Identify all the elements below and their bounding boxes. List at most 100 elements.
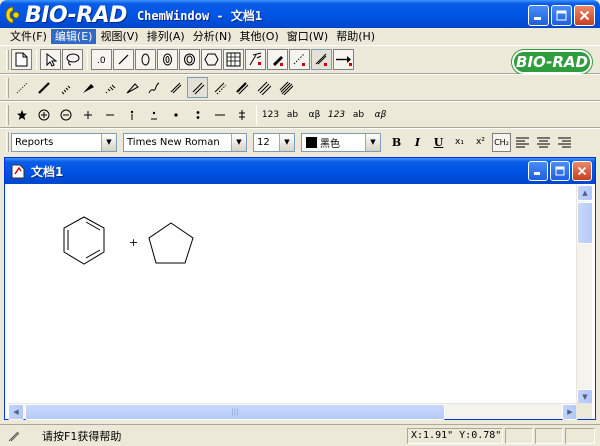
scroll-up-icon[interactable]: ▲ xyxy=(577,185,593,201)
toolbar-grip xyxy=(6,77,9,98)
menu-arrange[interactable]: 排列(A) xyxy=(143,29,189,44)
font-size-select[interactable]: 12 ▼ xyxy=(253,132,295,152)
scroll-left-icon[interactable]: ◀ xyxy=(8,404,24,420)
letter-prime-label-button[interactable]: ab xyxy=(348,104,369,125)
reaction-plus: + xyxy=(129,236,138,249)
format-toolbar: Reports ▼ Times New Roman ▼ 12 ▼ 黑色 ▼ B … xyxy=(0,128,600,155)
underline-button[interactable]: U xyxy=(429,133,448,152)
cyclopentane-structure[interactable] xyxy=(148,222,194,264)
template-grid-icon[interactable] xyxy=(223,49,244,70)
double-dagger-icon[interactable] xyxy=(231,104,252,125)
dashed-bond-icon[interactable] xyxy=(289,49,310,70)
bond-hashed-icon[interactable] xyxy=(55,77,76,98)
vertical-scrollbar[interactable]: ▲ ▼ xyxy=(576,185,593,405)
italic-button[interactable]: I xyxy=(408,133,427,152)
benzene-structure[interactable] xyxy=(63,216,105,265)
lasso-icon[interactable] xyxy=(62,49,83,70)
bond-bold-icon[interactable] xyxy=(33,77,54,98)
atom-text-icon[interactable]: .0 xyxy=(91,49,112,70)
align-center-icon[interactable] xyxy=(534,133,553,152)
dot-bar-icon[interactable] xyxy=(121,104,142,125)
bond-double-center-icon[interactable] xyxy=(187,77,208,98)
menu-help[interactable]: 帮助(H) xyxy=(332,29,379,44)
number-italic-label-button[interactable]: 123 xyxy=(326,104,347,125)
radical-star-icon[interactable] xyxy=(11,104,32,125)
horizontal-scrollbar[interactable]: ◀ ||| ▶ xyxy=(8,403,578,420)
toolbar-drawing: .0 xyxy=(0,45,600,74)
bar-icon[interactable] xyxy=(209,104,230,125)
ring-small-icon[interactable] xyxy=(135,49,156,70)
number-label-button[interactable]: 123 xyxy=(260,104,281,125)
bond-thin-icon[interactable] xyxy=(11,77,32,98)
pen-tool-icon[interactable] xyxy=(311,49,332,70)
charge-plus-circle-icon[interactable] xyxy=(33,104,54,125)
eraser-icon[interactable] xyxy=(267,49,288,70)
greek-prime-label-button[interactable]: αβ xyxy=(370,104,391,125)
color-select[interactable]: 黑色 ▼ xyxy=(301,132,381,152)
bond-quadruple-icon[interactable] xyxy=(275,77,296,98)
maximize-button[interactable] xyxy=(551,5,572,26)
drawing-canvas[interactable]: + xyxy=(8,185,578,405)
charge-minus-circle-icon[interactable] xyxy=(55,104,76,125)
chevron-down-icon[interactable]: ▼ xyxy=(231,133,246,151)
bond-double-bold-icon[interactable] xyxy=(231,77,252,98)
superscript-button[interactable]: x² xyxy=(471,133,490,152)
letter-label-button[interactable]: ab xyxy=(282,104,303,125)
style-select[interactable]: Reports ▼ xyxy=(11,132,117,152)
dot-line-icon[interactable] xyxy=(143,104,164,125)
bond-wedge-icon[interactable] xyxy=(77,77,98,98)
single-bond-icon[interactable] xyxy=(113,49,134,70)
bold-button[interactable]: B xyxy=(387,133,406,152)
font-select[interactable]: Times New Roman ▼ xyxy=(123,132,247,152)
menu-view[interactable]: 视图(V) xyxy=(96,29,142,44)
select-arrow-icon[interactable] xyxy=(40,49,61,70)
document-size-grip[interactable] xyxy=(576,403,592,419)
style-select-value: Reports xyxy=(15,136,54,148)
arrow-tool-icon[interactable] xyxy=(333,49,354,70)
menu-other[interactable]: 其他(O) xyxy=(236,29,283,44)
menu-analyze[interactable]: 分析(N) xyxy=(189,29,236,44)
menu-window[interactable]: 窗口(W) xyxy=(283,29,332,44)
close-button[interactable] xyxy=(574,5,595,26)
hexagon-tool-icon[interactable] xyxy=(201,49,222,70)
ring-medium-icon[interactable] xyxy=(157,49,178,70)
formula-button[interactable]: CH₂ xyxy=(492,132,511,152)
toolbar-grip xyxy=(6,104,9,125)
chevron-down-icon[interactable]: ▼ xyxy=(279,133,294,151)
bond-wavy-icon[interactable] xyxy=(143,77,164,98)
bond-hashed-wedge-icon[interactable] xyxy=(99,77,120,98)
chevron-down-icon[interactable]: ▼ xyxy=(365,133,380,151)
subscript-button[interactable]: x₁ xyxy=(450,133,469,152)
reaction-drawing: + xyxy=(63,216,194,265)
app-logo-icon[interactable] xyxy=(5,6,21,24)
align-right-icon[interactable] xyxy=(555,133,574,152)
align-left-icon[interactable] xyxy=(513,133,532,152)
flask-tool-icon[interactable] xyxy=(245,49,266,70)
minimize-button[interactable] xyxy=(528,5,549,26)
charge-minus-icon[interactable] xyxy=(99,104,120,125)
toolbar-bonds xyxy=(0,74,600,101)
bond-hollow-wedge-icon[interactable] xyxy=(121,77,142,98)
bond-double-dashed-icon[interactable] xyxy=(209,77,230,98)
menu-file[interactable]: 文件(F) xyxy=(6,29,51,44)
bond-double-icon[interactable] xyxy=(165,77,186,98)
charge-plus-icon[interactable] xyxy=(77,104,98,125)
greek-label-button[interactable]: αβ xyxy=(304,104,325,125)
document-maximize-button[interactable] xyxy=(550,161,570,181)
horizontal-scroll-thumb[interactable]: ||| xyxy=(25,404,445,420)
lone-electron-icon[interactable] xyxy=(165,104,186,125)
bond-triple-icon[interactable] xyxy=(253,77,274,98)
document-minimize-button[interactable] xyxy=(528,161,548,181)
lone-pair-icon[interactable] xyxy=(187,104,208,125)
vertical-scroll-thumb[interactable] xyxy=(577,202,593,244)
status-message: 请按F1获得帮助 xyxy=(42,429,122,443)
status-cell xyxy=(505,428,533,444)
menu-edit[interactable]: 编辑(E) xyxy=(50,28,97,44)
toolbar-grip xyxy=(6,132,9,152)
ring-large-icon[interactable] xyxy=(179,49,200,70)
chevron-down-icon[interactable]: ▼ xyxy=(101,133,116,151)
color-select-value: 黑色 xyxy=(320,138,340,150)
document-close-button[interactable] xyxy=(572,161,592,181)
new-document-icon[interactable] xyxy=(11,49,32,70)
document-icon[interactable] xyxy=(11,164,25,179)
